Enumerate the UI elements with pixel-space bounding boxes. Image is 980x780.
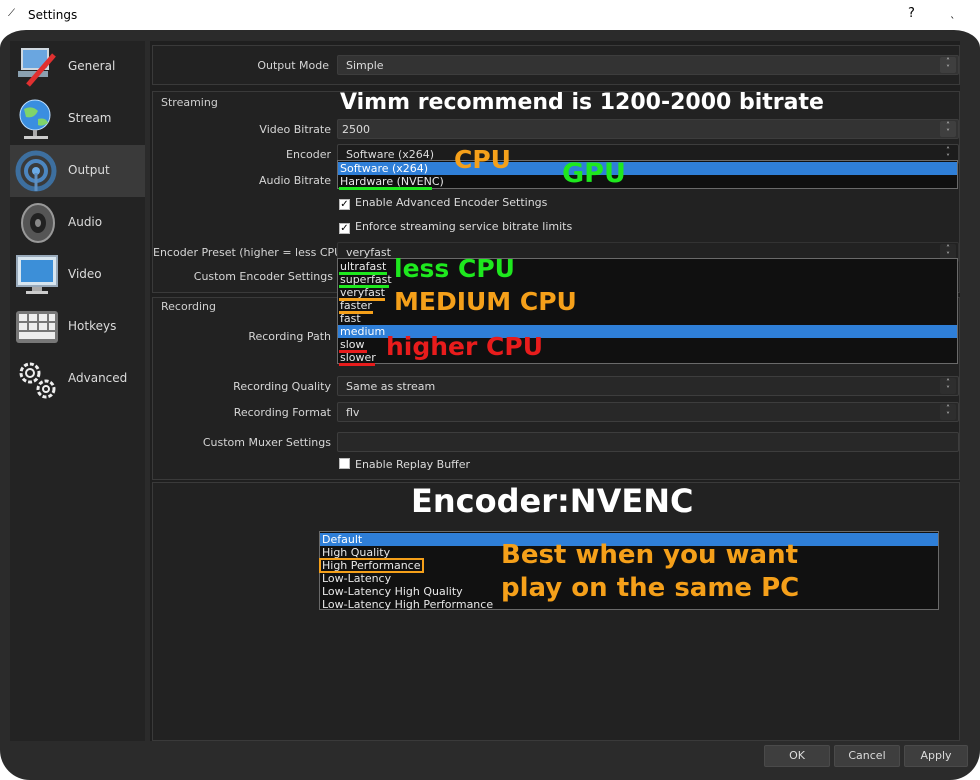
video-bitrate-label: Video Bitrate [259, 123, 331, 136]
enable-replay-buffer-checkbox[interactable]: Enable Replay Buffer [339, 458, 470, 471]
output-mode-label: Output Mode [257, 59, 329, 72]
green-underline [339, 187, 432, 190]
streaming-group-title: Streaming [159, 96, 220, 109]
video-bitrate-spinbox[interactable]: 2500 ˄ ˅ [337, 119, 959, 139]
help-button[interactable]: ? [908, 6, 915, 21]
encoder-preset-label: Encoder Preset (higher = less CPU) [153, 246, 347, 259]
checkbox-label: Enable Advanced Encoder Settings [355, 196, 548, 209]
recording-quality-label: Recording Quality [233, 380, 331, 393]
nvenc-title-annotation: Encoder:NVENC [411, 482, 694, 520]
apply-button[interactable]: Apply [904, 745, 968, 767]
bitrate-recommendation-annotation: Vimm recommend is 1200-2000 bitrate [340, 90, 824, 115]
keyboard-icon [16, 311, 58, 343]
output-mode-group: Output Mode Simple ˄ ˅ [152, 45, 960, 85]
close-button[interactable]: ˎ [950, 6, 956, 19]
speaker-icon [21, 203, 55, 243]
green-underline [339, 285, 389, 288]
custom-muxer-label: Custom Muxer Settings [202, 436, 331, 449]
output-mode-value: Simple [346, 59, 384, 72]
red-underline [339, 350, 367, 353]
output-mode-combo[interactable]: Simple ˄ ˅ [337, 55, 959, 75]
video-bitrate-value: 2500 [342, 123, 370, 136]
best-same-pc-line1: Best when you want [501, 540, 799, 570]
cpu-annotation: CPU [454, 145, 511, 174]
chevron-updown-icon: ˄ ˅ [940, 57, 956, 73]
recording-group-title: Recording [159, 300, 219, 313]
recording-quality-value: Same as stream [346, 380, 436, 393]
sidebar-item-label: Hotkeys [68, 319, 117, 333]
sidebar-item-stream[interactable]: Stream [10, 93, 145, 145]
orange-underline [339, 298, 385, 301]
spinner-arrows-icon[interactable]: ˄ ˅ [940, 121, 956, 137]
extra-group [152, 482, 960, 741]
nvenc-option-high-performance[interactable]: High Performance [318, 558, 425, 573]
recording-quality-combo[interactable]: Same as stream ˄ ˅ [337, 376, 959, 396]
checkbox-unchecked-icon [339, 458, 350, 469]
audio-bitrate-label: Audio Bitrate [258, 174, 331, 187]
chevron-updown-icon: ˄ ˅ [940, 404, 956, 420]
sidebar-item-label: Video [68, 267, 102, 281]
output-settings-panel: Output Mode Simple ˄ ˅ Streaming Video Bi… [150, 41, 960, 741]
gpu-annotation: GPU [562, 158, 626, 189]
sidebar-item-video[interactable]: Video [10, 249, 145, 301]
sidebar-item-general[interactable]: General [10, 41, 145, 93]
sidebar-item-label: Audio [68, 215, 103, 229]
sidebar-item-output[interactable]: Output [10, 145, 145, 197]
recording-path-label: Recording Path [248, 330, 331, 343]
enforce-bitrate-limits-checkbox[interactable]: ✓ Enforce streaming service bitrate limit… [339, 220, 572, 234]
checkbox-label: Enable Replay Buffer [355, 458, 471, 471]
checkbox-checked-icon: ✓ [339, 199, 350, 210]
general-icon [18, 48, 56, 87]
monitor-icon [16, 255, 58, 294]
settings-sidebar: General Stream Output Audio Video Hotkey… [10, 41, 145, 741]
app-icon: ⟋ [8, 8, 15, 19]
custom-encoder-settings-label: Custom Encoder Settings [193, 270, 333, 283]
gears-icon [19, 362, 56, 399]
broadcast-icon [15, 150, 57, 192]
recording-format-combo[interactable]: flv ˄ ˅ [337, 402, 959, 422]
encoder-option-software[interactable]: Software (x264) [338, 162, 957, 175]
chevron-updown-icon: ˄ ˅ [940, 378, 956, 394]
recording-format-value: flv [346, 406, 360, 419]
title-bar: ⟋ Settings ? ˎ [0, 0, 980, 30]
ok-button[interactable]: OK [764, 745, 830, 767]
sidebar-item-label: Stream [68, 111, 112, 125]
sidebar-item-audio[interactable]: Audio [10, 197, 145, 249]
cancel-button[interactable]: Cancel [834, 745, 900, 767]
sidebar-item-label: General [68, 59, 116, 73]
sidebar-item-hotkeys[interactable]: Hotkeys [10, 301, 145, 353]
enable-advanced-encoder-checkbox[interactable]: ✓ Enable Advanced Encoder Settings [339, 196, 547, 210]
red-underline [339, 363, 375, 366]
checkbox-checked-icon: ✓ [339, 223, 350, 234]
window-body: General Stream Output Audio Video Hotkey… [0, 30, 980, 780]
recording-format-label: Recording Format [233, 406, 331, 419]
checkbox-label: Enforce streaming service bitrate limits [355, 220, 573, 233]
sidebar-item-label: Advanced [68, 371, 128, 385]
sidebar-item-advanced[interactable]: Advanced [10, 353, 145, 405]
custom-muxer-input[interactable] [337, 432, 959, 452]
orange-underline [339, 311, 373, 314]
higher-cpu-annotation: higher CPU [386, 332, 544, 361]
globe-icon [19, 99, 51, 139]
medium-cpu-annotation: MEDIUM CPU [394, 287, 577, 316]
encoder-label: Encoder [286, 148, 331, 161]
green-underline [339, 272, 387, 275]
sidebar-item-label: Output [68, 163, 110, 177]
best-same-pc-line2: play on the same PC [501, 573, 800, 603]
settings-window: ⟋ Settings ? ˎ General Stream Output Aud… [0, 0, 980, 780]
window-title: Settings [28, 8, 78, 22]
less-cpu-annotation: less CPU [394, 254, 515, 283]
encoder-dropdown-list: Software (x264) Hardware (NVENC) [337, 160, 958, 190]
